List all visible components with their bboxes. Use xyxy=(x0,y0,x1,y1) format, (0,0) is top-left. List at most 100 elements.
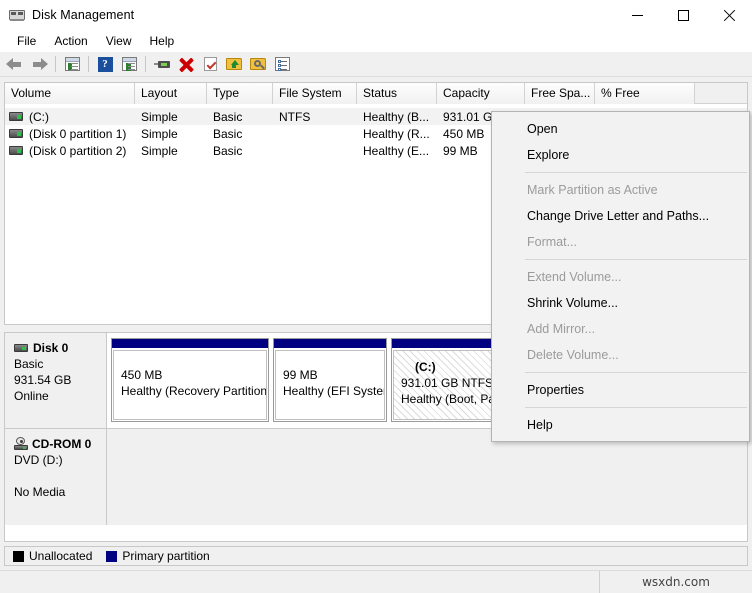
context-menu-item-open[interactable]: Open xyxy=(492,116,749,142)
volume-disk-icon xyxy=(9,129,23,138)
disk-management-icon xyxy=(9,7,25,23)
show-action-pane-icon[interactable] xyxy=(118,53,140,75)
legend: Unallocated Primary partition xyxy=(4,546,748,566)
context-menu-separator xyxy=(525,172,747,173)
volume-label: (Disk 0 partition 2) xyxy=(29,144,126,158)
status-bar: wsxdn.com xyxy=(0,570,752,593)
rescan-disks-icon[interactable] xyxy=(151,53,173,75)
partition-status: Healthy (Recovery Partition) xyxy=(121,383,266,399)
toolbar-separator xyxy=(88,56,89,72)
column-header-volume[interactable]: Volume xyxy=(5,83,135,104)
disk-title: Disk 0 xyxy=(14,340,106,356)
column-header-status[interactable]: Status xyxy=(357,83,437,104)
minimize-button[interactable] xyxy=(614,0,660,30)
context-menu-separator xyxy=(525,372,747,373)
maximize-icon xyxy=(678,10,689,21)
layout-cell: Simple xyxy=(135,144,207,158)
context-menu-separator xyxy=(525,407,747,408)
legend-label: Unallocated xyxy=(29,549,92,563)
toolbar: ? xyxy=(0,52,752,77)
menu-bar: File Action View Help xyxy=(0,30,752,52)
menu-item-file[interactable]: File xyxy=(8,32,45,51)
context-menu-separator xyxy=(525,259,747,260)
find-icon[interactable] xyxy=(247,53,269,75)
type-cell: Basic xyxy=(207,110,273,124)
context-menu-item-mark-partition-as-active: Mark Partition as Active xyxy=(492,177,749,203)
watermark: wsxdn.com xyxy=(600,575,752,589)
type-cell: Basic xyxy=(207,144,273,158)
disk-size xyxy=(14,468,106,484)
context-menu-item-properties[interactable]: Properties xyxy=(492,377,749,403)
toolbar-separator xyxy=(55,56,56,72)
partition-status: Healthy (EFI System Partition) xyxy=(283,383,384,399)
column-header-free-space[interactable]: Free Spa... xyxy=(525,83,595,104)
column-header-layout[interactable]: Layout xyxy=(135,83,207,104)
layout-cell: Simple xyxy=(135,110,207,124)
forward-icon[interactable] xyxy=(28,53,50,75)
disk-info-cd-rom-0: CD-ROM 0 DVD (D:) No Media xyxy=(5,429,107,525)
partition-size: 99 MB xyxy=(283,367,384,383)
context-menu-item-extend-volume: Extend Volume... xyxy=(492,264,749,290)
column-header-file-system[interactable]: File System xyxy=(273,83,357,104)
disk-title: CD-ROM 0 xyxy=(14,436,106,452)
column-header-type[interactable]: Type xyxy=(207,83,273,104)
unallocated-swatch xyxy=(13,551,24,562)
legend-item-unallocated: Unallocated xyxy=(13,549,92,563)
cd-rom-empty-area xyxy=(107,429,747,525)
partition-recovery[interactable]: 450 MB Healthy (Recovery Partition) xyxy=(111,338,269,422)
export-list-icon[interactable] xyxy=(223,53,245,75)
layout-cell: Simple xyxy=(135,127,207,141)
window-title: Disk Management xyxy=(32,8,134,22)
primary-partition-swatch xyxy=(106,551,117,562)
disk-type: Basic xyxy=(14,356,106,372)
cd-rom-icon xyxy=(14,438,28,451)
file-system-cell: NTFS xyxy=(273,110,357,124)
disk-size: 931.54 GB xyxy=(14,372,106,388)
column-header-capacity[interactable]: Capacity xyxy=(437,83,525,104)
menu-item-view[interactable]: View xyxy=(97,32,141,51)
legend-item-primary-partition: Primary partition xyxy=(106,549,209,563)
disk-type: DVD (D:) xyxy=(14,452,106,468)
options-icon[interactable] xyxy=(271,53,293,75)
status-cell: Healthy (E... xyxy=(357,144,437,158)
show-hide-console-tree-icon[interactable] xyxy=(61,53,83,75)
disk-row-cd-rom-0[interactable]: CD-ROM 0 DVD (D:) No Media xyxy=(5,429,747,525)
help-icon[interactable]: ? xyxy=(94,53,116,75)
disk-status: No Media xyxy=(14,484,106,500)
status-cell: Healthy (B... xyxy=(357,110,437,124)
status-cell: Healthy (R... xyxy=(357,127,437,141)
disk-name: Disk 0 xyxy=(33,340,68,356)
volume-disk-icon xyxy=(9,146,23,155)
volume-disk-icon xyxy=(9,112,23,121)
context-menu: Open Explore Mark Partition as Active Ch… xyxy=(491,111,750,442)
legend-label: Primary partition xyxy=(122,549,209,563)
volume-cell: (Disk 0 partition 1) xyxy=(5,127,135,141)
column-header-percent-free[interactable]: % Free xyxy=(595,83,695,104)
volume-label: (Disk 0 partition 1) xyxy=(29,127,126,141)
title-bar: Disk Management xyxy=(0,0,752,30)
volume-label: (C:) xyxy=(29,110,49,124)
toolbar-separator xyxy=(145,56,146,72)
properties-icon[interactable] xyxy=(199,53,221,75)
maximize-button[interactable] xyxy=(660,0,706,30)
menu-item-help[interactable]: Help xyxy=(141,32,184,51)
context-menu-item-explore[interactable]: Explore xyxy=(492,142,749,168)
context-menu-item-delete-volume: Delete Volume... xyxy=(492,342,749,368)
partition-size: 450 MB xyxy=(121,367,266,383)
volume-list-header: Volume Layout Type File System Status Ca… xyxy=(5,83,747,104)
close-icon xyxy=(723,9,736,22)
type-cell: Basic xyxy=(207,127,273,141)
delete-icon[interactable] xyxy=(175,53,197,75)
context-menu-item-add-mirror: Add Mirror... xyxy=(492,316,749,342)
menu-item-action[interactable]: Action xyxy=(45,32,96,51)
disk-info-disk-0: Disk 0 Basic 931.54 GB Online xyxy=(5,333,107,428)
context-menu-item-format: Format... xyxy=(492,229,749,255)
close-button[interactable] xyxy=(706,0,752,30)
context-menu-item-change-drive-letter-and-paths[interactable]: Change Drive Letter and Paths... xyxy=(492,203,749,229)
partition-efi[interactable]: 99 MB Healthy (EFI System Partition) xyxy=(273,338,387,422)
back-icon[interactable] xyxy=(4,53,26,75)
context-menu-item-shrink-volume[interactable]: Shrink Volume... xyxy=(492,290,749,316)
volume-cell: (C:) xyxy=(5,110,135,124)
status-bar-left xyxy=(0,571,600,593)
context-menu-item-help[interactable]: Help xyxy=(492,412,749,438)
